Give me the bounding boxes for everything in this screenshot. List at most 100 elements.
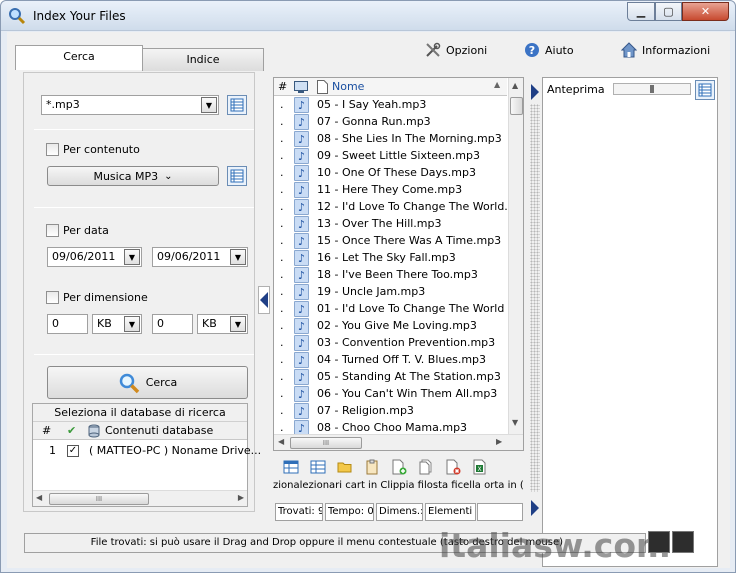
- expand-preview-top-button[interactable]: [529, 78, 541, 106]
- database-row-checkbox[interactable]: ✓: [67, 445, 79, 457]
- file-list-hscrollbar[interactable]: ◀ III ▶: [274, 434, 523, 450]
- scroll-down-icon[interactable]: ▼: [512, 418, 518, 427]
- tab-search[interactable]: Cerca: [15, 45, 143, 70]
- file-name: 16 - Let The Sky Fall.mp3: [317, 251, 456, 264]
- by-size-checkbox[interactable]: Per dimensione: [46, 291, 148, 304]
- by-content-label: Per contenuto: [63, 143, 140, 156]
- extension-combo[interactable]: *.mp3 ▼: [41, 95, 219, 115]
- scroll-thumb[interactable]: [510, 97, 523, 115]
- chevron-down-icon[interactable]: ▼: [124, 249, 140, 265]
- expand-preview-bottom-button[interactable]: [529, 494, 541, 522]
- tab-index[interactable]: Indice: [142, 48, 264, 71]
- file-row[interactable]: . ♪ 19 - Uncle Jam.mp3: [274, 284, 507, 301]
- minimize-button[interactable]: ▁: [627, 2, 655, 21]
- table-list-icon: [698, 83, 712, 97]
- help-link[interactable]: ? Aiuto: [524, 42, 574, 58]
- content-list-button[interactable]: [227, 166, 247, 186]
- select-none-button[interactable]: [304, 456, 331, 498]
- scroll-up-icon[interactable]: ▲: [512, 81, 518, 90]
- scroll-thumb[interactable]: III: [290, 437, 362, 449]
- preview-options-button[interactable]: [695, 80, 715, 100]
- file-name: 02 - You Give Me Loving.mp3: [317, 319, 477, 332]
- delete-files-button[interactable]: [439, 456, 466, 498]
- file-row[interactable]: . ♪ 01 - I'd Love To Change The World (Sin…: [274, 301, 523, 318]
- size-to-unit-combo[interactable]: KB ▼: [197, 314, 248, 334]
- scroll-left-icon[interactable]: ◀: [36, 493, 42, 502]
- file-row[interactable]: . ♪ 04 - Turned Off T. V. Blues.mp3: [274, 352, 507, 369]
- file-row[interactable]: . ♪ 05 - Standing At The Station.mp3: [274, 369, 507, 386]
- col-name-header[interactable]: Nome: [332, 80, 364, 93]
- scroll-thumb[interactable]: III: [49, 493, 149, 505]
- delete-file-icon: [446, 459, 460, 475]
- help-icon: ?: [525, 43, 539, 57]
- file-row[interactable]: . ♪ 18 - I've Been There Too.mp3: [274, 267, 507, 284]
- content-type-button[interactable]: Musica MP3 ⌄: [47, 166, 219, 186]
- by-date-checkbox[interactable]: Per data: [46, 224, 109, 237]
- search-button[interactable]: Cerca: [47, 366, 248, 399]
- close-button[interactable]: ✕: [682, 2, 729, 21]
- view-list-button[interactable]: [648, 531, 670, 553]
- chevron-down-icon[interactable]: ▼: [230, 249, 246, 265]
- scroll-right-icon[interactable]: ▶: [238, 493, 244, 502]
- database-hscrollbar[interactable]: ◀ III ▶: [33, 490, 247, 506]
- maximize-button[interactable]: ▢: [655, 2, 682, 21]
- chevron-down-icon[interactable]: ▼: [201, 97, 217, 113]
- file-row[interactable]: . ♪ 03 - Convention Prevention.mp3: [274, 335, 507, 352]
- file-row[interactable]: . ♪ 12 - I'd Love To Change The World.mp3: [274, 199, 523, 216]
- music-file-icon: ♪: [294, 352, 309, 368]
- checkbox-box[interactable]: [46, 291, 59, 304]
- row-index: .: [280, 234, 284, 247]
- move-files-button[interactable]: [412, 456, 439, 498]
- file-row[interactable]: . ♪ 06 - You Can't Win Them All.mp3: [274, 386, 507, 403]
- checkbox-box[interactable]: [46, 143, 59, 156]
- window-title: Index Your Files: [33, 9, 126, 23]
- database-row[interactable]: 1 ✓ ( MATTEO-PC ) Noname Drive...: [33, 442, 261, 460]
- date-from-picker[interactable]: 09/06/2011 ▼: [47, 247, 142, 267]
- music-file-icon: ♪: [294, 182, 309, 198]
- checkbox-box[interactable]: [46, 224, 59, 237]
- file-row[interactable]: . ♪ 02 - You Give Me Loving.mp3: [274, 318, 507, 335]
- file-list-vscrollbar[interactable]: ▲ ▼: [508, 78, 523, 434]
- options-link[interactable]: Opzioni: [425, 42, 487, 58]
- file-row[interactable]: . ♪ 08 - She Lies In The Morning.mp3: [274, 131, 507, 148]
- chevron-down-icon[interactable]: ▼: [230, 316, 246, 332]
- zoom-slider[interactable]: [613, 83, 691, 95]
- size-from-input[interactable]: 0: [47, 314, 88, 334]
- select-all-button[interactable]: [277, 456, 304, 498]
- home-icon: [621, 42, 637, 58]
- slider-knob[interactable]: [650, 85, 654, 93]
- file-row[interactable]: . ♪ 13 - Over The Hill.mp3: [274, 216, 507, 233]
- file-name: 13 - Over The Hill.mp3: [317, 217, 442, 230]
- extra-status: [477, 503, 523, 521]
- file-row[interactable]: . ♪ 11 - Here They Come.mp3: [274, 182, 507, 199]
- file-row[interactable]: . ♪ 05 - I Say Yeah.mp3: [274, 97, 507, 114]
- file-row[interactable]: . ♪ 16 - Let The Sky Fall.mp3: [274, 250, 507, 267]
- file-row[interactable]: . ♪ 15 - Once There Was A Time.mp3: [274, 233, 507, 250]
- collapse-left-button[interactable]: [258, 286, 270, 314]
- file-name: 05 - I Say Yeah.mp3: [317, 98, 427, 111]
- scroll-left-icon[interactable]: ◀: [278, 437, 284, 446]
- table-list-icon: [230, 98, 244, 112]
- export-excel-button[interactable]: X: [466, 456, 493, 498]
- view-grid-button[interactable]: [672, 531, 694, 553]
- size-from-unit-combo[interactable]: KB ▼: [92, 314, 142, 334]
- file-row[interactable]: . ♪ 10 - One Of These Days.mp3: [274, 165, 507, 182]
- title-bar[interactable]: Index Your Files ▁ ▢ ✕: [1, 1, 735, 31]
- copy-clipboard-button[interactable]: [358, 456, 385, 498]
- by-content-checkbox[interactable]: Per contenuto: [46, 143, 140, 156]
- extension-list-button[interactable]: [227, 95, 247, 115]
- size-to-input[interactable]: 0: [152, 314, 193, 334]
- chevron-down-icon[interactable]: ▼: [124, 316, 140, 332]
- file-name: 12 - I'd Love To Change The World.mp3: [317, 200, 524, 213]
- copy-files-button[interactable]: [385, 456, 412, 498]
- date-to-picker[interactable]: 09/06/2011 ▼: [152, 247, 248, 267]
- file-row[interactable]: . ♪ 07 - Gonna Run.mp3: [274, 114, 507, 131]
- scroll-right-icon[interactable]: ▶: [496, 437, 502, 446]
- splitter-grip[interactable]: [530, 104, 540, 492]
- maximize-icon: ▢: [663, 5, 674, 18]
- watermark: italiasw.com: [439, 526, 671, 565]
- file-row[interactable]: . ♪ 09 - Sweet Little Sixteen.mp3: [274, 148, 507, 165]
- info-link[interactable]: Informazioni: [621, 42, 710, 58]
- file-row[interactable]: . ♪ 07 - Religion.mp3: [274, 403, 507, 420]
- open-folder-button[interactable]: [331, 456, 358, 498]
